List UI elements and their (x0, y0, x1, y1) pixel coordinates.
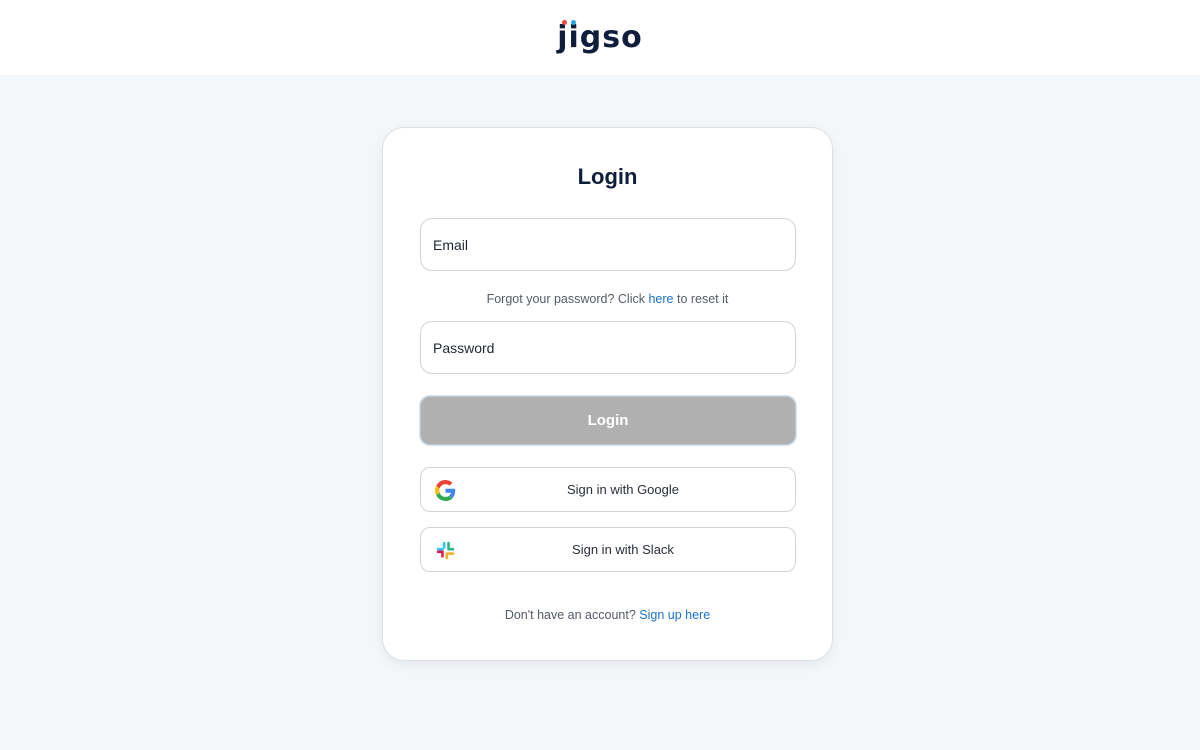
login-card: Login Forgot your password? Click here t… (382, 127, 833, 661)
jigso-logo[interactable]: jigso (557, 20, 643, 55)
google-signin-label: Sign in with Google (566, 482, 679, 497)
signup-link[interactable]: Sign up here (639, 608, 710, 622)
password-field[interactable] (420, 321, 796, 374)
logo-dots (560, 20, 580, 28)
top-bar: jigso (0, 0, 1200, 75)
email-field[interactable] (420, 218, 796, 271)
google-signin-button[interactable]: Sign in with Google (420, 467, 796, 512)
forgot-prefix: Forgot your password? Click (486, 292, 649, 306)
forgot-suffix: to reset it (673, 292, 729, 306)
login-title: Login (577, 164, 638, 189)
google-icon (435, 480, 456, 501)
slack-icon (436, 541, 455, 560)
slack-signin-button[interactable]: Sign in with Slack (420, 527, 796, 572)
forgot-password-text: Forgot your password? Click here to rese… (383, 292, 832, 306)
signup-prompt: Don't have an account? Sign up here (383, 608, 832, 622)
signup-prefix: Don't have an account? (504, 608, 640, 622)
reset-password-link[interactable]: here (648, 292, 673, 306)
login-button[interactable]: Login (420, 396, 796, 445)
slack-signin-label: Sign in with Slack (572, 542, 674, 557)
